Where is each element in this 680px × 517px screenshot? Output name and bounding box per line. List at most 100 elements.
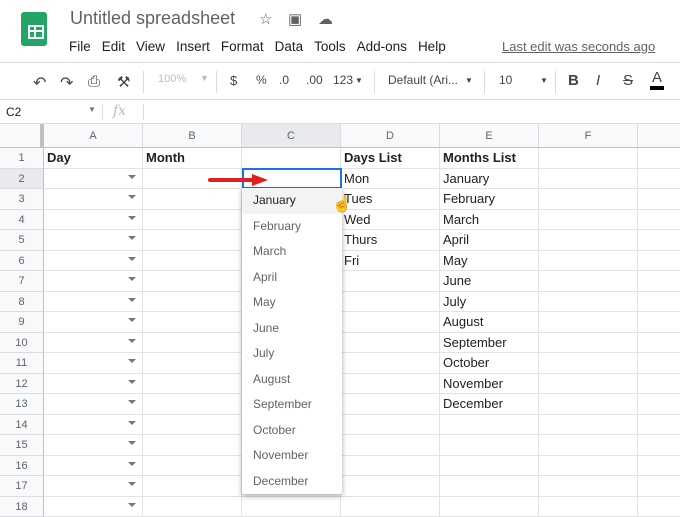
column-header-g[interactable]: [638, 124, 680, 148]
italic-button[interactable]: I: [596, 72, 600, 89]
cell-d10[interactable]: [341, 333, 440, 354]
cell-g12[interactable]: [638, 374, 680, 395]
cell-b1[interactable]: Month: [143, 148, 242, 169]
cell-g15[interactable]: [638, 435, 680, 456]
cell-e1[interactable]: Months List: [440, 148, 539, 169]
cell-f17[interactable]: [539, 476, 638, 497]
cell-d5[interactable]: Thurs: [341, 230, 440, 251]
paint-format-icon[interactable]: ⚒: [117, 73, 130, 91]
dropdown-chevron-icon[interactable]: [128, 462, 136, 466]
row-header-17[interactable]: 17: [0, 476, 44, 497]
cell-f2[interactable]: [539, 169, 638, 190]
cell-d17[interactable]: [341, 476, 440, 497]
cell-a17[interactable]: [44, 476, 143, 497]
cell-g3[interactable]: [638, 189, 680, 210]
increase-decimal-button[interactable]: .00: [306, 73, 323, 87]
cell-g4[interactable]: [638, 210, 680, 231]
dropdown-option-september[interactable]: September: [242, 392, 342, 418]
cell-c18[interactable]: [242, 497, 341, 517]
cell-g9[interactable]: [638, 312, 680, 333]
cell-a15[interactable]: [44, 435, 143, 456]
cell-d11[interactable]: [341, 353, 440, 374]
cell-b4[interactable]: [143, 210, 242, 231]
cell-f10[interactable]: [539, 333, 638, 354]
dropdown-chevron-icon[interactable]: [128, 380, 136, 384]
row-header-7[interactable]: 7: [0, 271, 44, 292]
cell-d13[interactable]: [341, 394, 440, 415]
cell-e5[interactable]: April: [440, 230, 539, 251]
dropdown-chevron-icon[interactable]: [128, 175, 136, 179]
dropdown-chevron-icon[interactable]: [128, 339, 136, 343]
name-box[interactable]: C2: [6, 105, 21, 119]
menu-help[interactable]: Help: [418, 39, 446, 54]
menu-view[interactable]: View: [136, 39, 165, 54]
dropdown-option-april[interactable]: April: [242, 265, 342, 291]
dropdown-option-june[interactable]: June: [242, 316, 342, 342]
print-icon[interactable]: ⎙: [88, 73, 100, 90]
cell-a14[interactable]: [44, 415, 143, 436]
row-header-16[interactable]: 16: [0, 456, 44, 477]
move-folder-icon[interactable]: ▣: [288, 10, 302, 28]
cell-e2[interactable]: January: [440, 169, 539, 190]
cell-e3[interactable]: February: [440, 189, 539, 210]
zoom-chevron-icon[interactable]: ▼: [200, 73, 209, 83]
cell-b13[interactable]: [143, 394, 242, 415]
menu-edit[interactable]: Edit: [102, 39, 125, 54]
cell-f14[interactable]: [539, 415, 638, 436]
cell-a1[interactable]: Day: [44, 148, 143, 169]
cell-a10[interactable]: [44, 333, 143, 354]
cell-e13[interactable]: December: [440, 394, 539, 415]
cell-e15[interactable]: [440, 435, 539, 456]
cell-b11[interactable]: [143, 353, 242, 374]
cell-e9[interactable]: August: [440, 312, 539, 333]
cell-b12[interactable]: [143, 374, 242, 395]
cell-g16[interactable]: [638, 456, 680, 477]
dropdown-chevron-icon[interactable]: [128, 257, 136, 261]
row-header-10[interactable]: 10: [0, 333, 44, 354]
menu-data[interactable]: Data: [275, 39, 304, 54]
cell-g18[interactable]: [638, 497, 680, 517]
dropdown-chevron-icon[interactable]: [128, 503, 136, 507]
cell-e17[interactable]: [440, 476, 539, 497]
decrease-decimal-button[interactable]: .0: [279, 73, 289, 87]
column-header-b[interactable]: B: [143, 124, 242, 148]
percent-button[interactable]: %: [256, 73, 267, 87]
cell-b7[interactable]: [143, 271, 242, 292]
cloud-status-icon[interactable]: ☁: [318, 10, 333, 28]
row-header-4[interactable]: 4: [0, 210, 44, 231]
row-header-13[interactable]: 13: [0, 394, 44, 415]
cell-a9[interactable]: [44, 312, 143, 333]
dropdown-chevron-icon[interactable]: [128, 216, 136, 220]
dropdown-chevron-icon[interactable]: [128, 482, 136, 486]
cell-g17[interactable]: [638, 476, 680, 497]
cell-e4[interactable]: March: [440, 210, 539, 231]
column-header-a[interactable]: A: [44, 124, 143, 148]
dropdown-chevron-icon[interactable]: [128, 195, 136, 199]
dropdown-chevron-icon[interactable]: [128, 318, 136, 322]
cell-g2[interactable]: [638, 169, 680, 190]
row-header-6[interactable]: 6: [0, 251, 44, 272]
currency-button[interactable]: $: [230, 73, 237, 88]
cell-d2[interactable]: Mon: [341, 169, 440, 190]
dropdown-option-march[interactable]: March: [242, 239, 342, 265]
document-title[interactable]: Untitled spreadsheet: [70, 8, 235, 29]
star-icon[interactable]: ☆: [259, 10, 272, 28]
dropdown-chevron-icon[interactable]: [128, 298, 136, 302]
cell-d9[interactable]: [341, 312, 440, 333]
cell-g10[interactable]: [638, 333, 680, 354]
cell-e10[interactable]: September: [440, 333, 539, 354]
cell-f1[interactable]: [539, 148, 638, 169]
row-header-1[interactable]: 1: [0, 148, 44, 169]
sheets-logo-icon[interactable]: [21, 12, 47, 46]
row-header-3[interactable]: 3: [0, 189, 44, 210]
cell-b6[interactable]: [143, 251, 242, 272]
cell-d16[interactable]: [341, 456, 440, 477]
bold-button[interactable]: B: [568, 72, 579, 89]
font-size-select[interactable]: 10: [499, 73, 512, 87]
cell-a16[interactable]: [44, 456, 143, 477]
cell-b9[interactable]: [143, 312, 242, 333]
cell-f5[interactable]: [539, 230, 638, 251]
cell-d14[interactable]: [341, 415, 440, 436]
row-header-9[interactable]: 9: [0, 312, 44, 333]
cell-d18[interactable]: [341, 497, 440, 517]
